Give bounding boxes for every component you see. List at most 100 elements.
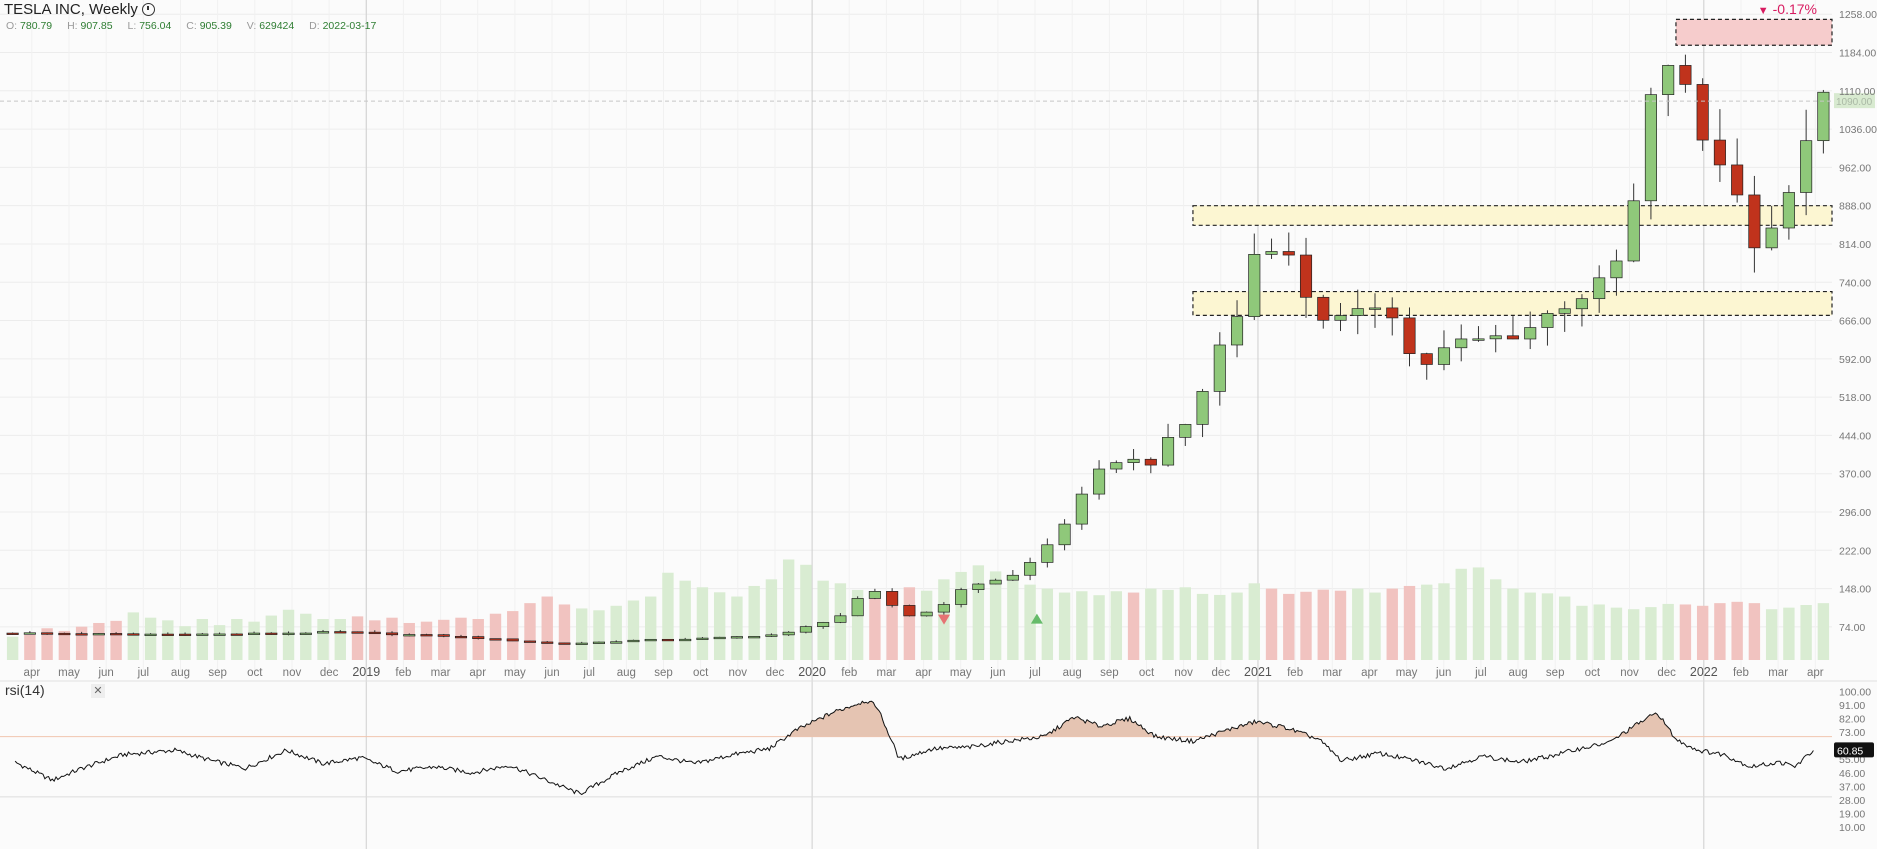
x-tick-label: dec — [1657, 667, 1676, 679]
rsi-tick-label: 28.00 — [1839, 795, 1865, 807]
candle-body — [6, 632, 19, 635]
volume-bar — [127, 612, 140, 660]
ohlc-high-key: H: — [67, 20, 78, 32]
x-tick-label: jun — [543, 667, 559, 679]
candle-body — [316, 631, 330, 634]
candle-body — [127, 633, 140, 636]
x-tick-label: aug — [1508, 667, 1527, 679]
x-tick-label: apr — [1807, 667, 1824, 679]
candle-body — [1662, 65, 1675, 95]
candle-body — [782, 631, 795, 636]
rsi-value-label: 60.85 — [1837, 745, 1863, 757]
x-tick-label: apr — [469, 667, 486, 679]
volume-bar — [58, 630, 71, 660]
candle-body — [403, 634, 416, 637]
price-chart-svg[interactable]: 1090.00 1258.00 1184.00 1110.00 1036.00 962.0… — [0, 0, 1877, 849]
x-tick-label: jun — [97, 667, 113, 679]
x-tick-label: nov — [1620, 667, 1639, 679]
candle-body — [506, 638, 519, 642]
volume-bar — [179, 626, 191, 660]
volume-bar — [351, 616, 364, 660]
candle-body — [1127, 458, 1140, 463]
volume-bar — [1369, 592, 1381, 660]
candle-body — [1403, 317, 1416, 354]
candle-body — [1627, 200, 1640, 262]
volume-bar — [1593, 604, 1605, 660]
candle-body — [1506, 335, 1520, 340]
volume-bar — [1196, 593, 1209, 660]
volume-bar — [955, 571, 967, 660]
x-tick-label: feb — [841, 667, 857, 679]
candle-body — [299, 632, 312, 635]
volume-bar — [903, 587, 916, 660]
x-tick-label: nov — [1174, 667, 1193, 679]
price-tick-label: 1110.00 — [1839, 86, 1876, 98]
candle-body — [196, 633, 209, 636]
x-tick-label: sep — [208, 667, 227, 679]
candle-body — [385, 632, 399, 636]
volume-bar — [972, 565, 985, 660]
ohlc-volume-value: 629424 — [259, 20, 295, 32]
candle-body — [144, 633, 157, 636]
candle-body — [1058, 523, 1071, 546]
rsi-tick-label: 100.00 — [1839, 687, 1871, 699]
volume-bar — [489, 613, 502, 660]
volume-bar — [1541, 593, 1554, 660]
close-icon[interactable]: ✕ — [91, 684, 105, 698]
candle-body — [748, 636, 761, 639]
candle-body — [1351, 308, 1364, 316]
price-tick-label: 74.00 — [1839, 622, 1865, 634]
x-tick-label: oct — [1139, 667, 1155, 679]
volume-bar — [1748, 603, 1761, 660]
candle-body — [851, 598, 864, 617]
candle-body — [179, 633, 192, 636]
x-tick-label: 2021 — [1244, 665, 1272, 679]
candle-body — [541, 641, 554, 644]
candle-body — [1282, 251, 1295, 256]
volume-bar — [1300, 591, 1312, 660]
candle-body — [1524, 327, 1537, 340]
candle-body — [1230, 316, 1244, 346]
candle-body — [368, 631, 381, 635]
ohlc-date-key: D: — [309, 20, 320, 32]
price-tick-label: 592.00 — [1839, 354, 1871, 366]
volume-bar — [610, 605, 622, 660]
volume-bar — [800, 564, 812, 660]
price-tick-label: 1184.00 — [1839, 48, 1876, 60]
volume-bar — [1472, 567, 1485, 660]
candle-body — [1248, 254, 1261, 317]
volume-bar — [334, 619, 346, 660]
volume-bar — [731, 596, 743, 660]
candle-body — [1024, 562, 1037, 576]
price-tick-label: 518.00 — [1839, 392, 1871, 404]
ohlc-close-key: C: — [186, 20, 197, 32]
volume-bar — [1610, 607, 1623, 660]
volume-bar — [420, 621, 433, 660]
ohlc-low-value: 756.04 — [139, 20, 172, 32]
ohlc-low-key: L: — [127, 20, 137, 32]
price-tick-label: 666.00 — [1839, 316, 1871, 328]
candle-body — [110, 633, 123, 636]
x-tick-label: 2022 — [1690, 665, 1718, 679]
candle-body — [523, 640, 537, 643]
candle-body — [696, 637, 709, 640]
rsi-overbought-fill — [787, 701, 889, 737]
candle-body — [1644, 94, 1657, 202]
volume-bar — [713, 592, 726, 660]
volume-bar — [386, 617, 398, 660]
volume-bar — [93, 622, 105, 660]
price-tick-label: 1036.00 — [1839, 124, 1877, 136]
volume-bar — [748, 585, 760, 660]
ohlc-open-key: O: — [6, 20, 18, 32]
volume-bar — [162, 620, 174, 660]
candle-body — [1386, 307, 1399, 319]
x-tick-label: jul — [137, 667, 150, 679]
clock-icon[interactable] — [141, 3, 155, 16]
volume-bar — [1076, 591, 1088, 660]
volume-bar — [1679, 604, 1692, 660]
volume-bar — [300, 613, 312, 660]
candle-body — [1765, 227, 1778, 249]
x-tick-label: feb — [395, 667, 411, 679]
volume-bar — [869, 596, 881, 660]
x-tick-label: apr — [915, 667, 932, 679]
